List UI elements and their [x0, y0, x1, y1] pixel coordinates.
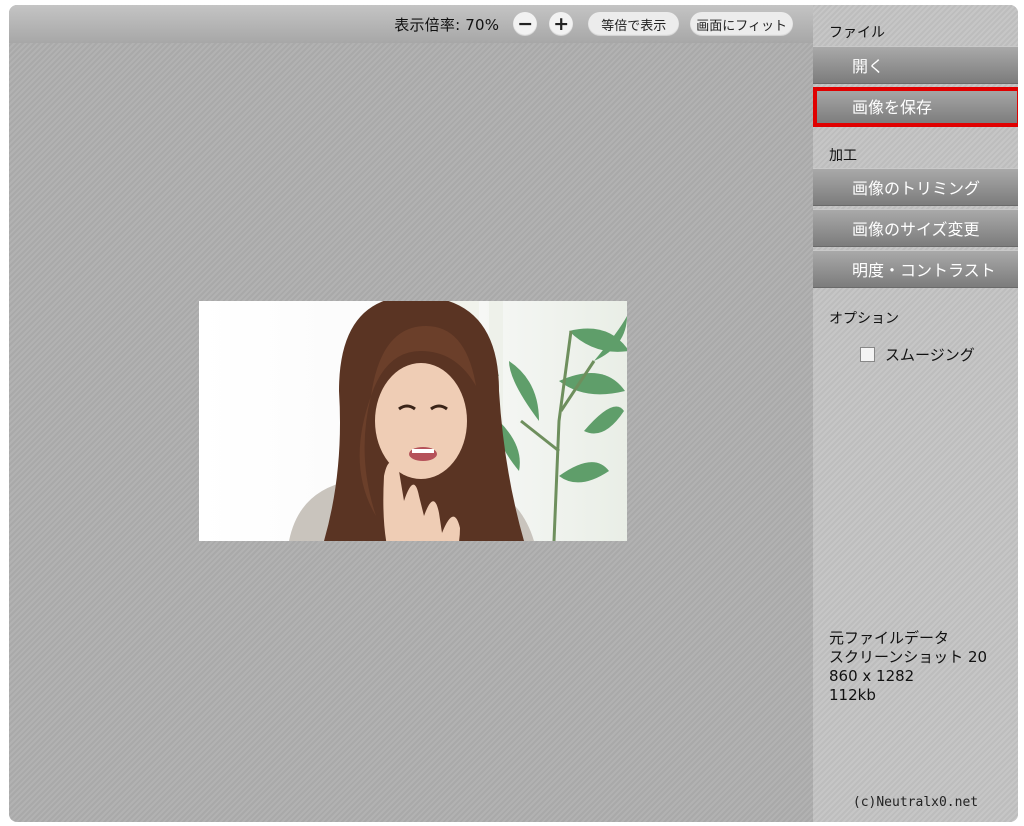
file-info-heading: 元ファイルデータ — [829, 629, 950, 647]
file-info-dimensions: 860 x 1282 — [829, 667, 915, 685]
right-side-panel: ファイル 開く 画像を保存 加工 画像のトリミング 画像のサイズ変更 明度・コン… — [813, 5, 1018, 822]
file-section-title: ファイル — [829, 25, 885, 41]
zoom-level-label: 表示倍率: 70% — [394, 15, 500, 34]
brightness-contrast-button[interactable]: 明度・コントラスト — [813, 250, 1018, 288]
source-file-info: 元ファイルデータ スクリーンショット 20 860 x 1282 112kb — [829, 629, 1004, 705]
save-image-button[interactable]: 画像を保存 — [813, 87, 1018, 125]
loaded-photo — [199, 301, 627, 541]
image-canvas[interactable] — [9, 43, 813, 822]
smoothing-option[interactable]: スムージング — [860, 344, 975, 365]
minus-icon: − — [517, 12, 534, 35]
actual-size-button[interactable]: 等倍で表示 — [588, 12, 680, 36]
smoothing-checkbox[interactable] — [860, 347, 875, 362]
options-section-title: オプション — [829, 311, 899, 327]
zoom-out-button[interactable]: − — [513, 12, 538, 36]
smoothing-label: スムージング — [885, 346, 975, 364]
top-toolbar: 表示倍率: 70% − + 等倍で表示 画面にフィット — [9, 5, 813, 43]
edit-section-title: 加工 — [829, 148, 857, 164]
trim-image-button[interactable]: 画像のトリミング — [813, 168, 1018, 206]
zoom-in-button[interactable]: + — [549, 12, 574, 36]
plus-icon: + — [553, 12, 570, 35]
copyright-text: (c)Neutralx0.net — [852, 795, 979, 810]
open-button[interactable]: 開く — [813, 46, 1018, 84]
file-info-size: 112kb — [829, 686, 876, 704]
file-info-name: スクリーンショット 20 — [829, 648, 988, 666]
fit-to-screen-button[interactable]: 画面にフィット — [690, 12, 793, 36]
resize-image-button[interactable]: 画像のサイズ変更 — [813, 209, 1018, 247]
image-editor-window: 表示倍率: 70% − + 等倍で表示 画面にフィット ファイル 開く 画像を保… — [9, 5, 1018, 822]
